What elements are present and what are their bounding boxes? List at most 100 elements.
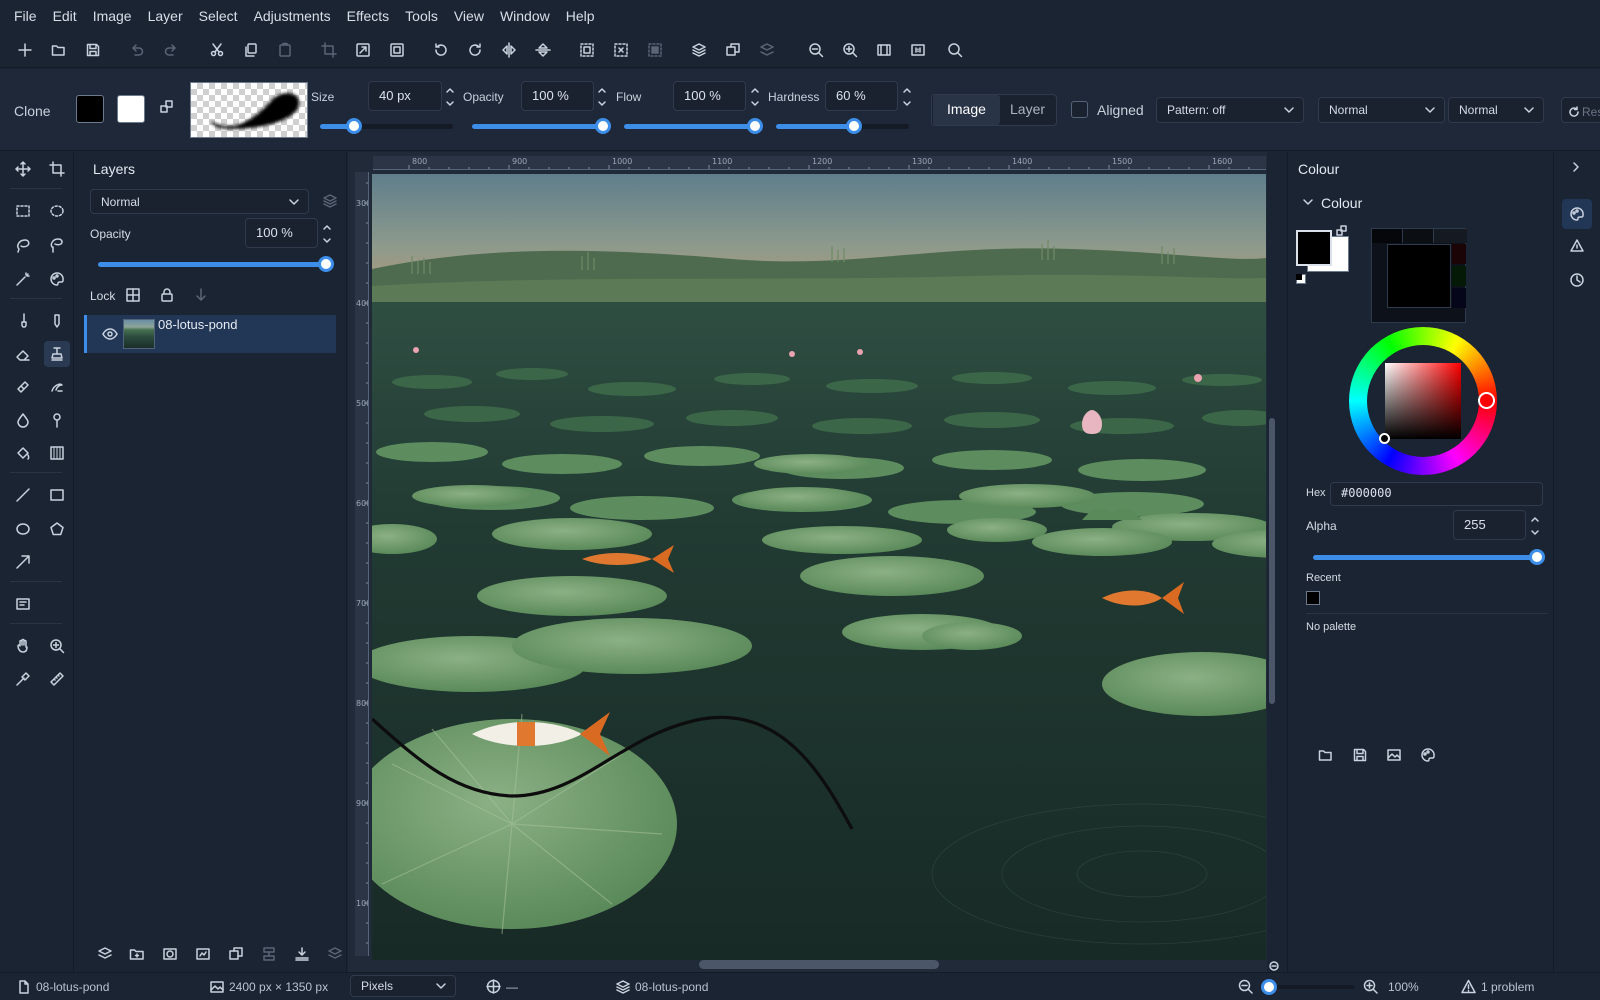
size-slider[interactable] [320,118,453,134]
select-all-icon[interactable] [577,40,597,60]
rotate-left-icon[interactable] [431,40,451,60]
flow-slider-handle[interactable] [747,118,763,134]
menu-edit[interactable]: Edit [45,0,85,32]
merge-layer-icon[interactable] [757,40,777,60]
menu-layer[interactable]: Layer [140,0,191,32]
zoom-slider-handle[interactable] [1261,979,1277,995]
status-problems[interactable]: 1 problem [1481,980,1534,994]
polygon-tool-icon[interactable] [44,516,70,542]
secondary-color-swatch[interactable] [117,95,145,123]
flow-stepper[interactable] [749,82,761,112]
pencil-icon[interactable] [44,308,70,334]
alpha-slider-handle[interactable] [1529,549,1545,565]
hardness-slider-handle[interactable] [845,118,862,134]
hardness-slider[interactable] [776,118,909,134]
layer-blend-mode-dropdown[interactable]: Normal [90,189,309,214]
menu-adjustments[interactable]: Adjustments [246,0,339,32]
clone-stamp-icon[interactable] [44,341,70,367]
flatten-icon[interactable] [294,946,310,962]
merge-down-icon[interactable] [261,946,277,962]
magnetic-lasso-icon[interactable] [44,232,70,258]
menu-file[interactable]: File [6,0,45,32]
horizontal-scrollbar[interactable] [699,960,939,969]
duplicate-layer-icon[interactable] [723,40,743,60]
rectangle-tool-icon[interactable] [44,482,70,508]
hand-tool-icon[interactable] [10,633,36,659]
delete-layer-icon[interactable] [327,946,343,962]
color-cell[interactable] [1372,229,1403,243]
alpha-slider[interactable] [1313,549,1545,565]
gradient-icon[interactable] [44,440,70,466]
canvas-corner-icon[interactable] [1269,961,1279,971]
recent-color-swatch[interactable] [1306,591,1320,605]
color-cell[interactable] [1403,229,1434,243]
duplicate-layer-icon[interactable] [228,946,244,962]
paste-icon[interactable] [275,40,295,60]
reset-colors-icon[interactable] [1296,274,1306,284]
add-mask-icon[interactable] [162,946,178,962]
chevron-down-icon[interactable] [1302,196,1314,208]
save-icon[interactable] [83,40,103,60]
hardness-input[interactable]: 60 % [825,81,898,111]
menu-tools[interactable]: Tools [397,0,446,32]
lock-transparency-icon[interactable] [125,287,141,303]
colour-panel-tab-icon[interactable] [1562,199,1592,229]
image-canvas[interactable] [372,174,1266,960]
move-tool-icon[interactable] [10,156,36,182]
lock-icon[interactable] [159,287,175,303]
zoom-out-icon[interactable] [1238,979,1253,994]
menu-select[interactable]: Select [191,0,246,32]
blur-icon[interactable] [10,407,36,433]
new-icon[interactable] [15,40,35,60]
dodge-icon[interactable] [44,407,70,433]
opacity-input[interactable]: 100 % [521,81,594,111]
layer-opacity-stepper[interactable] [321,219,333,249]
arrow-tool-icon[interactable] [10,549,36,575]
eye-icon[interactable] [102,326,118,342]
flow-input[interactable]: 100 % [673,81,746,111]
color-cell[interactable] [1452,244,1466,264]
lock-position-icon[interactable] [193,287,209,303]
open-icon[interactable] [49,40,69,60]
layer-item[interactable]: 08-lotus-pond [84,315,336,353]
sample-mode-dropdown[interactable]: Normal [1448,97,1544,123]
brush-preview[interactable] [190,82,308,138]
actual-size-icon[interactable] [908,40,928,60]
layers-icon[interactable] [689,40,709,60]
text-tool-icon[interactable] [10,591,36,617]
zoom-in-icon[interactable] [1363,979,1378,994]
resize-image-icon[interactable] [353,40,373,60]
swap-colors-icon[interactable] [1336,225,1348,237]
search-icon[interactable] [945,40,965,60]
size-stepper[interactable] [444,82,456,112]
opacity-slider[interactable] [472,118,611,134]
history-tab-icon[interactable] [1569,272,1585,288]
new-layer-icon[interactable] [97,946,113,962]
flip-vertical-icon[interactable] [533,40,553,60]
alpha-stepper[interactable] [1529,511,1541,541]
eyedropper-icon[interactable] [10,666,36,692]
ellipse-tool-icon[interactable] [10,516,36,542]
color-cell[interactable] [1434,229,1467,243]
color-grid[interactable] [1371,228,1467,323]
save-palette-icon[interactable] [1352,747,1368,763]
color-cell[interactable] [1452,288,1466,308]
rectangle-select-icon[interactable] [10,198,36,224]
layer-properties-icon[interactable] [322,193,338,209]
menu-window[interactable]: Window [492,0,558,32]
layer-opacity-slider[interactable] [98,256,334,272]
size-input[interactable]: 40 px [368,81,442,111]
chevron-right-icon[interactable] [1570,161,1582,173]
menu-help[interactable]: Help [558,0,603,32]
open-palette-icon[interactable] [1318,747,1334,763]
layer-opacity-input[interactable]: 100 % [245,218,318,248]
color-cell[interactable] [1452,266,1466,286]
blend-mode-dropdown[interactable]: Normal [1318,97,1445,123]
opacity-slider-handle[interactable] [595,118,611,134]
ellipse-select-icon[interactable] [44,198,70,224]
saturation-value-square[interactable] [1385,363,1461,439]
reset-button[interactable]: Reset [1561,97,1600,123]
crop-tool-icon[interactable] [44,156,70,182]
color-select-icon[interactable] [44,266,70,292]
zoom-in-icon[interactable] [840,40,860,60]
